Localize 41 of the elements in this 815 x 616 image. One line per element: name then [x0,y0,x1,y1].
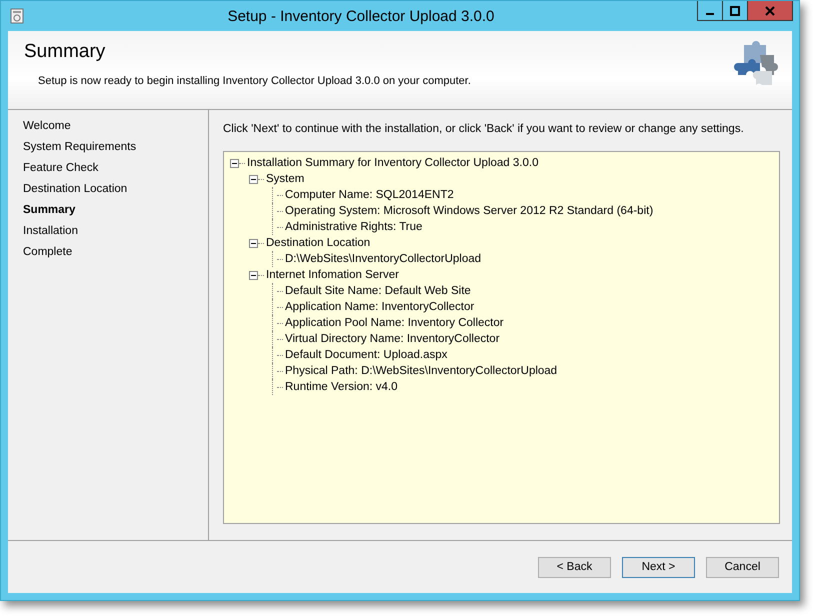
tree-item[interactable]: Default Site Name: Default Web Site [285,285,471,297]
puzzle-pieces-icon [734,41,778,87]
installer-icon [10,8,24,24]
step-item: Installation [22,225,79,239]
tree-item[interactable]: Runtime Version: v4.0 [285,381,398,393]
step-item: Feature Check [22,162,100,176]
tree-item[interactable]: System [266,173,304,185]
wizard-button[interactable]: < Back [538,556,611,578]
step-item: Destination Location [22,183,128,197]
tree-item[interactable]: Operating System: Microsoft Windows Server 2012 R2 Standard (64-bit) [285,205,654,217]
tree-item[interactable]: Internet Infomation Server [266,269,399,281]
tree-item[interactable]: Administrative Rights: True [285,221,422,233]
tree-item[interactable]: Default Document: Upload.aspx [285,349,448,361]
tree-item[interactable]: Application Pool Name: Inventory Collector [285,317,504,329]
close-button[interactable] [747,1,793,21]
tree-item[interactable]: D:\WebSites\InventoryCollectorUpload [285,253,482,265]
maximize-icon [730,6,740,16]
page-subtitle: Setup is now ready to begin installing Inventory Collector Upload 3.0.0 on your computer. [38,75,471,87]
collapse-icon[interactable] [249,270,258,280]
collapse-icon[interactable] [230,158,239,168]
step-item: Summary [22,204,76,218]
minimize-button[interactable] [697,1,723,21]
tree-item[interactable]: Physical Path: D:\WebSites\InventoryCollectorUpload [285,365,558,377]
wizard-button[interactable]: Next > [622,556,695,578]
step-item: Complete [22,246,74,260]
step-item: System Requirements [22,141,138,155]
tree-item[interactable]: Application Name: InventoryCollector [285,301,474,313]
tree-item[interactable]: Installation Summary for Inventory Collector Upload 3.0.0 [247,157,538,169]
tree-item[interactable]: Computer Name: SQL2014ENT2 [285,189,454,201]
collapse-icon[interactable] [249,238,258,248]
collapse-icon[interactable] [249,174,258,184]
wizard-button[interactable]: Cancel [706,556,779,578]
page-title: Summary [24,41,106,63]
instruction-text: Click 'Next' to continue with the installation, or click 'Back' if you want to review or change any settings. [223,123,745,135]
step-item: Welcome [22,120,72,134]
minimize-icon [706,13,714,15]
window-title: Setup - Inventory Collector Upload 3.0.0 [226,8,496,24]
tree-item[interactable]: Virtual Directory Name: InventoryCollector [285,333,500,345]
tree-item[interactable]: Destination Location [266,237,370,249]
close-icon [765,6,775,16]
maximize-button[interactable] [722,1,748,21]
